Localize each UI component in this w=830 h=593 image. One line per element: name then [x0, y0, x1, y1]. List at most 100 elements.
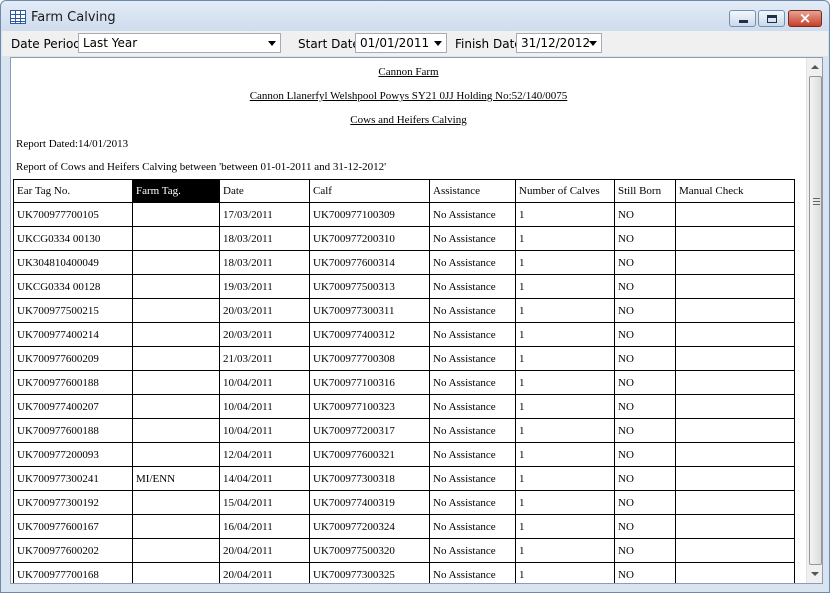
ear-tag-cell: UK700977500215: [13, 298, 133, 323]
table-row[interactable]: UK700977600188 10/04/2011 UK700977100316 No…: [13, 370, 795, 395]
finish-date-value: 31/12/2012: [521, 36, 591, 50]
manual-check-cell: [675, 394, 795, 419]
date-cell: 15/04/2011: [219, 490, 310, 515]
calf-cell: UK700977700308: [309, 346, 430, 371]
manual-check-cell: [675, 490, 795, 515]
calf-cell: UK700977200324: [309, 514, 430, 539]
start-date-label: Start Date:: [298, 37, 364, 51]
manual-check-cell: [675, 346, 795, 371]
minimize-button[interactable]: [729, 10, 756, 27]
ear-tag-cell: UK700977600202: [13, 538, 133, 563]
manual-check-cell: [675, 322, 795, 347]
minimize-icon: [739, 20, 748, 23]
column-header-manual-check[interactable]: Manual Check: [675, 179, 795, 203]
table-row[interactable]: UK700977400214 20/03/2011 UK700977400312 No…: [13, 322, 795, 347]
title-bar[interactable]: Farm Calving ×: [1, 1, 829, 31]
maximize-button[interactable]: [758, 10, 785, 27]
date-cell: 17/03/2011: [219, 202, 310, 227]
scroll-up-icon[interactable]: [811, 65, 819, 69]
still-born-cell: NO: [614, 538, 676, 563]
start-date-picker[interactable]: 01/01/2011: [355, 33, 447, 53]
manual-check-cell: [675, 274, 795, 299]
farm-tag-cell: [132, 394, 220, 419]
farm-tag-cell: [132, 250, 220, 275]
ear-tag-cell: UK700977600188: [13, 418, 133, 443]
finish-date-picker[interactable]: 31/12/2012: [516, 33, 602, 53]
table-row[interactable]: UK700977600167 16/04/2011 UK700977200324 No…: [13, 514, 795, 539]
ear-tag-cell: UK700977600209: [13, 346, 133, 371]
close-button[interactable]: ×: [788, 9, 822, 27]
calf-cell: UK700977600321: [309, 442, 430, 467]
chevron-down-icon: [589, 41, 597, 46]
assistance-cell: No Assistance: [429, 466, 516, 491]
manual-check-cell: [675, 250, 795, 275]
farm-tag-cell: [132, 490, 220, 515]
table-row[interactable]: UK700977700105 17/03/2011 UK700977100309 No…: [13, 202, 795, 227]
assistance-cell: No Assistance: [429, 322, 516, 347]
calf-cell: UK700977400319: [309, 490, 430, 515]
ear-tag-cell: UKCG0334 00130: [13, 226, 133, 251]
manual-check-cell: [675, 442, 795, 467]
column-header-assistance[interactable]: Assistance: [429, 179, 516, 203]
table-row[interactable]: UK700977500215 20/03/2011 UK700977300311 No…: [13, 298, 795, 323]
date-cell: 20/04/2011: [219, 562, 310, 583]
maximize-icon: [767, 15, 777, 23]
number-of-calves-cell: 1: [515, 250, 615, 275]
column-header-still-born[interactable]: Still Born: [614, 179, 676, 203]
table-row[interactable]: UK700977300241 MI/ENN 14/04/2011 UK70097730…: [13, 466, 795, 491]
table-row[interactable]: UK700977600202 20/04/2011 UK700977500320 No…: [13, 538, 795, 563]
still-born-cell: NO: [614, 490, 676, 515]
close-icon: ×: [798, 9, 812, 27]
manual-check-cell: [675, 562, 795, 583]
assistance-cell: No Assistance: [429, 274, 516, 299]
table-row[interactable]: UK700977200093 12/04/2011 UK700977600321 No…: [13, 442, 795, 467]
calf-cell: UK700977100309: [309, 202, 430, 227]
column-header-farm-tag[interactable]: Farm Tag.: [132, 179, 220, 203]
number-of-calves-cell: 1: [515, 346, 615, 371]
scroll-down-icon[interactable]: [811, 572, 819, 576]
number-of-calves-cell: 1: [515, 418, 615, 443]
scrollbar-thumb[interactable]: [809, 76, 822, 565]
ear-tag-cell: UKCG0334 00128: [13, 274, 133, 299]
number-of-calves-cell: 1: [515, 298, 615, 323]
date-cell: 12/04/2011: [219, 442, 310, 467]
table-row[interactable]: UKCG0334 00130 18/03/2011 UK700977200310 No…: [13, 226, 795, 251]
assistance-cell: No Assistance: [429, 442, 516, 467]
column-header-number-of-calves[interactable]: Number of Calves: [515, 179, 615, 203]
calf-cell: UK700977400312: [309, 322, 430, 347]
calf-cell: UK700977300311: [309, 298, 430, 323]
column-header-calf[interactable]: Calf: [309, 179, 430, 203]
date-period-select[interactable]: Last Year: [78, 33, 281, 53]
table-header-row: Ear Tag No. Farm Tag. Date Calf Assistan…: [13, 179, 795, 203]
farm-tag-cell: [132, 322, 220, 347]
number-of-calves-cell: 1: [515, 274, 615, 299]
column-header-date[interactable]: Date: [219, 179, 310, 203]
vertical-scrollbar[interactable]: [806, 58, 822, 583]
table-row[interactable]: UKCG0334 00128 19/03/2011 UK700977500313 No…: [13, 274, 795, 299]
ear-tag-cell: UK700977600188: [13, 370, 133, 395]
date-cell: 18/03/2011: [219, 226, 310, 251]
number-of-calves-cell: 1: [515, 442, 615, 467]
ear-tag-cell: UK700977300192: [13, 490, 133, 515]
assistance-cell: No Assistance: [429, 418, 516, 443]
table-row[interactable]: UK700977600209 21/03/2011 UK700977700308 No…: [13, 346, 795, 371]
table-row[interactable]: UK700977300192 15/04/2011 UK700977400319 No…: [13, 490, 795, 515]
date-cell: 10/04/2011: [219, 370, 310, 395]
table-row[interactable]: UK700977400207 10/04/2011 UK700977100323 No…: [13, 394, 795, 419]
manual-check-cell: [675, 298, 795, 323]
table-row[interactable]: UK700977700168 20/04/2011 UK700977300325 No…: [13, 562, 795, 583]
ear-tag-cell: UK700977700168: [13, 562, 133, 583]
column-header-ear-tag[interactable]: Ear Tag No.: [13, 179, 133, 203]
farm-tag-cell: MI/ENN: [132, 466, 220, 491]
table-row[interactable]: UK700977600188 10/04/2011 UK700977200317 No…: [13, 418, 795, 443]
assistance-cell: No Assistance: [429, 394, 516, 419]
table-row[interactable]: UK304810400049 18/03/2011 UK700977600314 No…: [13, 250, 795, 275]
assistance-cell: No Assistance: [429, 490, 516, 515]
manual-check-cell: [675, 418, 795, 443]
date-period-label: Date Period:: [11, 37, 85, 51]
farm-tag-cell: [132, 442, 220, 467]
date-cell: 14/04/2011: [219, 466, 310, 491]
date-cell: 16/04/2011: [219, 514, 310, 539]
assistance-cell: No Assistance: [429, 202, 516, 227]
assistance-cell: No Assistance: [429, 226, 516, 251]
